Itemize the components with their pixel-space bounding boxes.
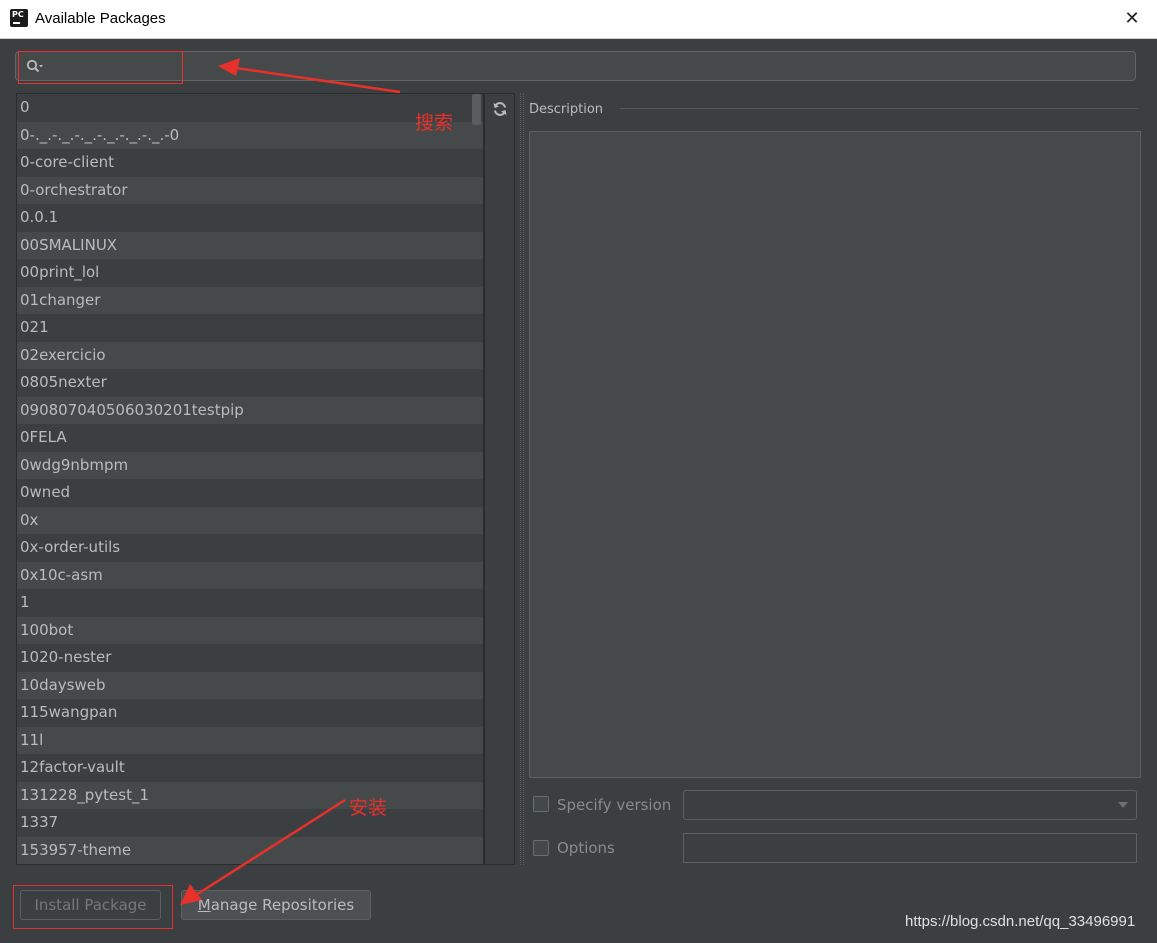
package-list-item[interactable]: 0x <box>17 506 483 534</box>
package-list[interactable]: 0 0-._.-._.-._.-._.-._.-._.-0 0-core-clien… <box>16 93 484 865</box>
package-list-item[interactable]: 1020-nester <box>17 644 483 672</box>
package-list-item[interactable]: 0-core-client <box>17 149 483 177</box>
specify-version-checkbox[interactable] <box>533 796 549 812</box>
splitter-handle[interactable] <box>520 93 524 865</box>
manage-label-rest: anage Repositories <box>210 896 355 914</box>
package-list-item[interactable]: 021 <box>17 314 483 342</box>
package-list-item[interactable]: 0805nexter <box>17 369 483 397</box>
search-field[interactable] <box>15 51 1136 81</box>
package-list-item[interactable]: 1 <box>17 589 483 617</box>
close-icon[interactable]: ✕ <box>1117 6 1147 32</box>
package-list-item[interactable]: 12factor-vault <box>17 754 483 782</box>
package-list-item[interactable]: 100bot <box>17 616 483 644</box>
options-label[interactable]: Options <box>557 839 615 857</box>
package-list-item[interactable]: 0.0.1 <box>17 204 483 232</box>
manage-mnemonic: M <box>197 896 211 914</box>
description-separator <box>620 108 1138 109</box>
search-highlight-box <box>18 51 183 84</box>
manage-repositories-button[interactable]: Manage Repositories <box>181 890 371 920</box>
watermark: https://blog.csdn.net/qq_33496991 <box>905 913 1136 930</box>
package-list-item[interactable]: 11l <box>17 726 483 754</box>
package-list-item[interactable]: 0-._.-._.-._.-._.-._.-._.-0 <box>17 121 483 149</box>
package-list-item[interactable]: 0FELA <box>17 424 483 452</box>
package-list-item[interactable]: 131228_pytest_1 <box>17 781 483 809</box>
description-area <box>529 131 1141 778</box>
package-list-item[interactable]: 153957-theme <box>17 836 483 864</box>
options-checkbox[interactable] <box>533 840 549 856</box>
package-list-item[interactable]: 00print_lol <box>17 259 483 287</box>
package-list-item[interactable]: 00SMALINUX <box>17 231 483 259</box>
specify-version-label[interactable]: Specify version <box>557 796 671 814</box>
package-list-item[interactable]: 0x-order-utils <box>17 534 483 562</box>
package-list-item[interactable]: 090807040506030201testpip <box>17 396 483 424</box>
install-highlight-box <box>13 885 173 929</box>
options-input[interactable] <box>683 833 1137 863</box>
package-list-item[interactable]: 1337 <box>17 809 483 837</box>
search-annotation: 搜索 <box>415 112 454 134</box>
package-list-item[interactable]: 0-orchestrator <box>17 176 483 204</box>
package-list-item[interactable]: 0wdg9nbmpm <box>17 451 483 479</box>
search-input[interactable] <box>52 55 1116 79</box>
title-bar: PC Available Packages ✕ <box>0 0 1157 39</box>
package-list-item[interactable]: 0 <box>17 94 483 122</box>
package-list-item[interactable]: 10daysweb <box>17 671 483 699</box>
app-icon-bar <box>13 22 20 24</box>
version-select[interactable] <box>683 790 1137 820</box>
install-annotation: 安装 <box>349 797 388 819</box>
refresh-icon[interactable] <box>492 101 508 117</box>
package-list-item[interactable]: 0x10c-asm <box>17 561 483 589</box>
description-label: Description <box>529 102 604 117</box>
scrollbar-thumb[interactable] <box>472 94 481 125</box>
pycharm-app-icon: PC <box>9 8 29 28</box>
package-list-item[interactable]: 0wned <box>17 479 483 507</box>
chevron-down-icon[interactable] <box>1118 802 1128 808</box>
package-list-item[interactable]: 01changer <box>17 286 483 314</box>
list-toolbar <box>484 93 515 865</box>
package-list-item[interactable]: 02exercicio <box>17 341 483 369</box>
app-icon-text: PC <box>12 10 24 19</box>
package-list-scrollbar[interactable] <box>469 93 483 865</box>
package-list-item[interactable]: 115wangpan <box>17 699 483 727</box>
window-title: Available Packages <box>35 10 166 27</box>
